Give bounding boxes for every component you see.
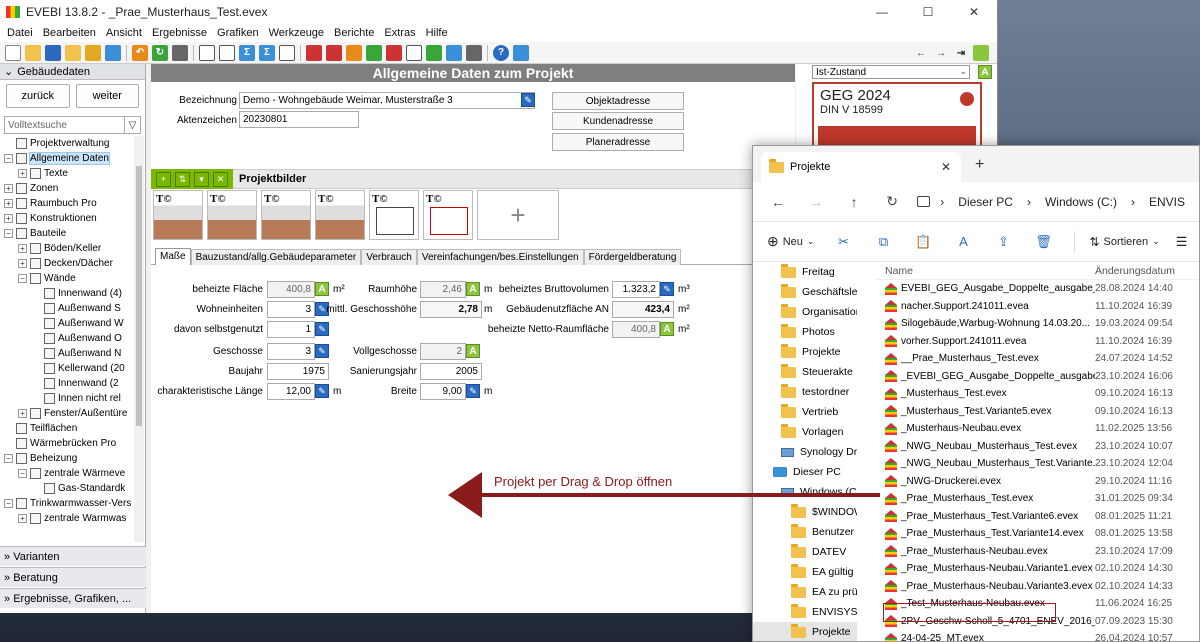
drag-drop-annotation: Projekt per Drag & Drop öffnen — [494, 474, 673, 489]
arrow-head — [448, 472, 482, 518]
drag-arrow — [448, 472, 880, 518]
